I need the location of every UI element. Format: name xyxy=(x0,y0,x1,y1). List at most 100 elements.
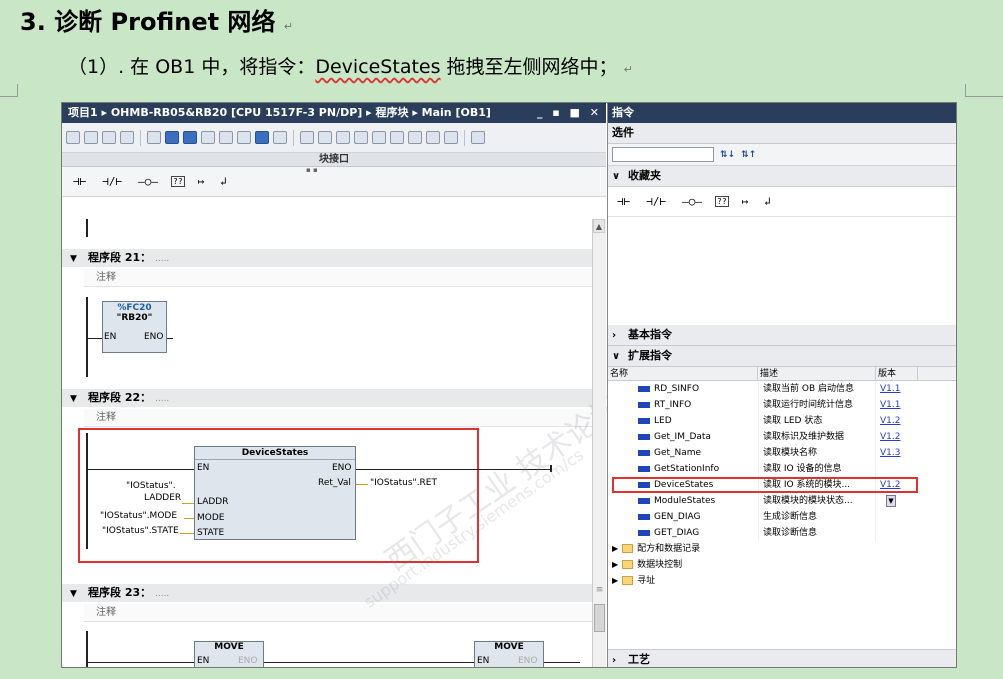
folder-icon xyxy=(622,576,634,585)
no-contact-icon[interactable]: ⊣⊢ xyxy=(614,194,633,209)
insert-network-icon[interactable] xyxy=(147,131,161,144)
favorites-section[interactable]: ∨ 收藏夹 xyxy=(608,166,956,187)
power-rail xyxy=(86,219,88,237)
toolbar-separator xyxy=(140,129,141,146)
search-input[interactable] xyxy=(612,147,714,162)
ret-val-tag[interactable]: "IOStatus".RET xyxy=(370,478,437,488)
close-branch-icon[interactable]: ↲ xyxy=(761,194,774,209)
instruction-icon xyxy=(638,433,650,440)
upload-icon[interactable] xyxy=(354,131,368,144)
mode-tag[interactable]: "IOStatus".MODE xyxy=(100,511,177,521)
fc20-en-pin: EN xyxy=(104,332,117,342)
technology-section[interactable]: › 工艺 xyxy=(608,649,956,667)
outdent-icon[interactable] xyxy=(408,131,422,144)
instruction-modulestates[interactable]: ModuleStates 读取模块的模块状态... xyxy=(608,493,956,509)
network-21-comment[interactable]: 注释 xyxy=(84,269,592,287)
nc-contact-icon[interactable]: ⊣/⊢ xyxy=(643,194,669,209)
empty-box-icon[interactable]: ?? xyxy=(715,196,729,207)
expand-all-icon[interactable] xyxy=(219,131,233,144)
go-to-icon[interactable] xyxy=(300,131,314,144)
download-icon[interactable] xyxy=(336,131,350,144)
force-icon[interactable] xyxy=(120,131,134,144)
open-branch-icon[interactable]: ↦ xyxy=(195,174,208,189)
close-branch-icon[interactable]: ↲ xyxy=(217,174,230,189)
devicestates-state-pin: STATE xyxy=(197,528,225,538)
compare-icon[interactable] xyxy=(84,131,98,144)
expand-icon: ▶ xyxy=(612,576,619,585)
network-22-comment[interactable]: 注释 xyxy=(84,409,592,427)
nc-contact-icon[interactable]: ⊣/⊢ xyxy=(99,174,125,189)
no-contact-icon[interactable]: ⊣⊢ xyxy=(70,174,89,189)
editor-scrollbar[interactable]: ▲ ≡ xyxy=(592,219,606,667)
snapshot-icon[interactable] xyxy=(444,131,458,144)
devicestates-en-pin: EN xyxy=(197,463,210,473)
instruction-icon xyxy=(638,529,650,536)
power-rail xyxy=(86,297,88,377)
instruction-gen-diag[interactable]: GEN_DIAG 生成诊断信息 xyxy=(608,509,956,525)
instruction-getstationinfo[interactable]: GetStationInfo 读取 IO 设备的信息 xyxy=(608,461,956,477)
devicestates-mode-pin: MODE xyxy=(197,513,225,523)
options-section[interactable]: 选件 xyxy=(608,123,956,144)
instruction-icon xyxy=(638,417,650,424)
instruction-get-diag[interactable]: GET_DIAG 读取诊断信息 xyxy=(608,525,956,541)
instruction-icon xyxy=(638,449,650,456)
watch-icon[interactable] xyxy=(426,131,440,144)
instruction-devicestates[interactable]: DeviceStates 读取 IO 系统的模块... V1.2▼ xyxy=(608,477,956,507)
instruction-led[interactable]: LED 读取 LED 状态 V1.2 xyxy=(608,413,956,429)
open-branch-icon[interactable]: ↦ xyxy=(739,194,752,209)
instruction-icon xyxy=(638,465,650,472)
editor-title-bar: 项目1 ▸ OHMB-RB05&RB20 [CPU 1517F-3 PN/DP]… xyxy=(62,103,606,123)
folder-data-block-control[interactable]: ▶ 数据块控制 xyxy=(608,557,956,573)
extended-instructions-section[interactable]: ∨ 扩展指令 xyxy=(608,346,956,367)
insert-row-icon[interactable] xyxy=(183,131,197,144)
instruction-get-im-data[interactable]: Get_IM_Data 读取标识及维护数据 V1.2 xyxy=(608,429,956,445)
coil-icon[interactable]: –○– xyxy=(679,194,705,209)
instruction-icon xyxy=(638,497,650,504)
folder-recipe[interactable]: ▶ 配方和数据记录 xyxy=(608,541,956,557)
folder-icon xyxy=(622,544,634,553)
settings-icon[interactable] xyxy=(471,131,485,144)
fc20-eno-pin: ENO xyxy=(144,332,164,342)
search-next-icon[interactable]: ⇅↑ xyxy=(741,150,756,160)
network-22-header[interactable]: ▼ 程序段 22： ..... xyxy=(62,389,592,407)
cross-ref-icon[interactable] xyxy=(318,131,332,144)
absolute-address-icon[interactable] xyxy=(255,131,269,144)
search-icon[interactable]: ⇅↓ xyxy=(720,150,735,160)
paragraph-mark: ↵ xyxy=(283,20,293,33)
block-interface-bar[interactable]: 块接口 ▪ ▪ xyxy=(62,153,606,174)
scrollbar-thumb[interactable] xyxy=(594,604,605,632)
basic-instructions-section[interactable]: › 基本指令 xyxy=(608,325,956,346)
network-area: ▼ 程序段 21： ..... 注释 %FC20 "RB20" EN ENO ▼ 程… xyxy=(62,219,628,667)
ladder-favorites-bar: ⊣⊢ ⊣/⊢ –○– ?? ↦ ↲ xyxy=(62,167,606,197)
instruction-get-name[interactable]: Get_Name 读取模块名称 V1.3 xyxy=(608,445,956,461)
network-21-header[interactable]: ▼ 程序段 21： ..... xyxy=(62,249,592,267)
power-rail xyxy=(86,433,88,549)
monitor-icon[interactable] xyxy=(102,131,116,144)
expand-icon: ▶ xyxy=(612,560,619,569)
network-23-header[interactable]: ▼ 程序段 23： ..... xyxy=(62,584,592,602)
online-icon[interactable] xyxy=(372,131,386,144)
folder-addressing[interactable]: ▶ 寻址 xyxy=(608,573,956,589)
instruction-rd-sinfo[interactable]: RD_SINFO 读取当前 OB 启动信息 V1.1 xyxy=(608,381,956,397)
devicestates-block[interactable]: DeviceStates xyxy=(194,446,356,540)
fc20-block[interactable]: %FC20 "RB20" xyxy=(102,301,167,353)
laddr-tag-line1[interactable]: "IOStatus". xyxy=(126,481,176,491)
left-margin-mark xyxy=(0,84,18,97)
laddr-tag-line2[interactable]: LADDER xyxy=(144,493,181,503)
instruction-rt-info[interactable]: RT_INFO 读取运行时间统计信息 V1.1 xyxy=(608,397,956,413)
comment-icon[interactable] xyxy=(201,131,215,144)
instructions-list: RD_SINFO 读取当前 OB 启动信息 V1.1 RT_INFO 读取运行时间统计… xyxy=(608,381,956,589)
favorites-bar: ⊣⊢ ⊣/⊢ –○– ?? ↦ ↲ xyxy=(608,187,956,217)
delete-network-icon[interactable] xyxy=(165,131,179,144)
indent-icon[interactable] xyxy=(390,131,404,144)
devicestates-row-highlight xyxy=(612,477,918,493)
collapse-all-icon[interactable] xyxy=(237,131,251,144)
compile-icon[interactable] xyxy=(66,131,80,144)
window-controls[interactable]: _ ▪ ■ ✕ xyxy=(537,103,602,123)
empty-box-icon[interactable]: ?? xyxy=(171,176,185,187)
favorites-icon[interactable] xyxy=(273,131,287,144)
coil-icon[interactable]: –○– xyxy=(135,174,161,189)
scroll-up-icon[interactable]: ▲ xyxy=(593,219,605,233)
network-23-comment[interactable]: 注释 xyxy=(84,604,592,622)
state-tag[interactable]: "IOStatus".STATE xyxy=(102,526,179,536)
